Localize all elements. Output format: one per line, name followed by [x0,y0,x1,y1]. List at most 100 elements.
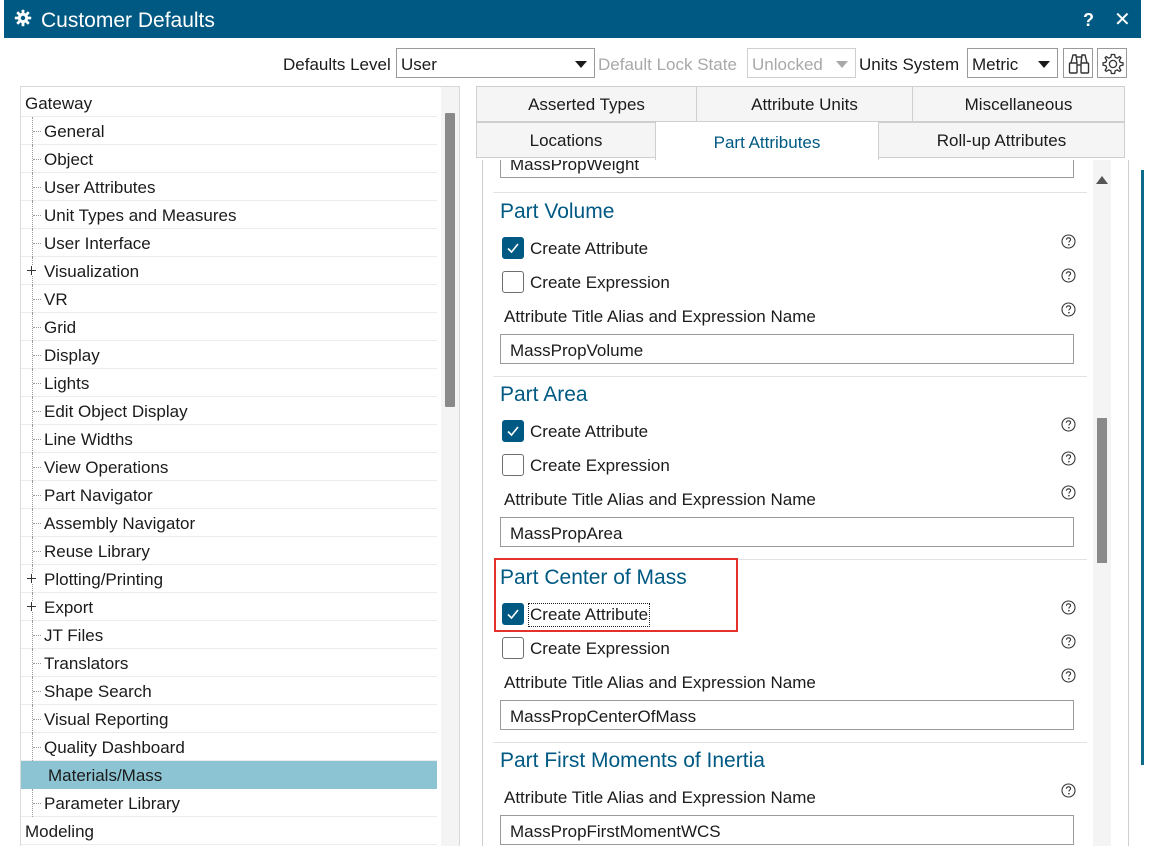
tree-item-user-attributes[interactable]: User Attributes [21,173,437,201]
help-icon[interactable] [1061,783,1076,798]
tree-item-shape-search[interactable]: Shape Search [21,677,437,705]
help-icon[interactable] [1061,634,1076,649]
tree-item-part-navigator[interactable]: Part Navigator [21,481,437,509]
tree-item-lights[interactable]: Lights [21,369,437,397]
volume-alias-input[interactable]: MassPropVolume [500,334,1074,364]
create-attribute-checkbox[interactable] [502,237,524,259]
tree-item-label: Line Widths [44,430,133,449]
background-accent [1141,170,1144,765]
create-attribute-label: Create Attribute [530,422,649,441]
panel-scrollbar-thumb[interactable] [1097,418,1107,563]
tree-guide-line [33,691,41,692]
background-edge [1141,0,1158,846]
tree-item-translators[interactable]: Translators [21,649,437,677]
help-icon[interactable] [1061,302,1076,317]
tree-item-quality-dashboard[interactable]: Quality Dashboard [21,733,437,761]
help-icon[interactable] [1061,234,1076,249]
lock-state-select: Unlocked [747,48,856,78]
tree-guide-line [33,411,41,412]
tab-label: Asserted Types [528,95,645,114]
tree-item-display[interactable]: Display [21,341,437,369]
field-value: MassPropArea [510,524,623,543]
tree-item-general[interactable]: General [21,117,437,145]
tree-item-label: Unit Types and Measures [44,206,237,225]
tree-scrollbar[interactable] [441,87,459,846]
tree-item-label: Gateway [25,94,93,113]
tree-item-export[interactable]: Export [21,593,437,621]
tree-item-object[interactable]: Object [21,145,437,173]
tree-guide-line [33,467,41,468]
panel-scrollbar[interactable] [1093,160,1111,846]
tree-item-visual-reporting[interactable]: Visual Reporting [21,705,437,733]
tree-item-line-widths[interactable]: Line Widths [21,425,437,453]
chevron-down-icon [575,61,587,68]
tree-item-edit-object-display[interactable]: Edit Object Display [21,397,437,425]
window-title: Customer Defaults [41,9,215,32]
lock-state-value: Unlocked [752,55,823,74]
help-icon[interactable] [1061,485,1076,500]
checkmark-icon [507,426,519,437]
tree-item-unit-types-and-measures[interactable]: Unit Types and Measures [21,201,437,229]
tree-guide-line [33,551,41,552]
tree-item-gateway[interactable]: Gateway [21,89,437,117]
tree-item-reuse-library[interactable]: Reuse Library [21,537,437,565]
expand-plus-icon[interactable] [27,574,36,583]
tree-item-materials-mass[interactable]: Materials/Mass [21,761,437,789]
settings-button[interactable] [1097,48,1127,78]
close-button[interactable]: ✕ [1114,9,1131,31]
alias-label: Attribute Title Alias and Expression Nam… [504,490,816,509]
tree-item-assembly-navigator[interactable]: Assembly Navigator [21,509,437,537]
title-bar: Customer Defaults ? ✕ [4,0,1141,38]
create-expression-checkbox[interactable] [502,454,524,476]
category-tree[interactable]: Gateway General Object User Attributes Unit … [20,86,460,846]
tree-item-jt-files[interactable]: JT Files [21,621,437,649]
tree-item-user-interface[interactable]: User Interface [21,229,437,257]
units-system-label: Units System [859,55,960,74]
help-icon[interactable] [1061,600,1076,615]
create-attribute-checkbox[interactable] [502,420,524,442]
tree-item-label: Object [44,150,94,169]
first-moments-alias-input[interactable]: MassPropFirstMomentWCS [500,815,1074,845]
tree-item-visualization[interactable]: Visualization [21,257,437,285]
help-icon[interactable] [1061,668,1076,683]
field-value: MassPropCenterOfMass [510,707,697,726]
tree-item-grid[interactable]: Grid [21,313,437,341]
help-icon[interactable] [1061,268,1076,283]
create-expression-checkbox[interactable] [502,637,524,659]
tree-item-parameter-library[interactable]: Parameter Library [21,789,437,817]
tree-item-view-operations[interactable]: View Operations [21,453,437,481]
find-button[interactable] [1063,48,1093,78]
tree-scrollbar-thumb[interactable] [445,113,455,407]
tab-roll-up-attributes[interactable]: Roll-up Attributes [878,122,1125,158]
create-expression-checkbox[interactable] [502,271,524,293]
help-button[interactable]: ? [1083,9,1094,31]
tree-guide-line [33,215,41,216]
tab-miscellaneous[interactable]: Miscellaneous [912,86,1125,122]
tree-guide-line [33,439,41,440]
tree-item-vr[interactable]: VR [21,285,437,313]
tree-item-label: Materials/Mass [48,766,163,785]
expand-plus-icon[interactable] [27,602,36,611]
tab-locations[interactable]: Locations [476,122,656,158]
tab-attribute-units[interactable]: Attribute Units [696,86,913,122]
units-system-select[interactable]: Metric [967,48,1058,78]
help-icon[interactable] [1061,417,1076,432]
weight-alias-input[interactable]: MassPropWeight [500,160,1074,178]
tab-label: Roll-up Attributes [936,131,1067,150]
tree-item-modeling[interactable]: Modeling [21,817,437,845]
tab-part-attributes[interactable]: Part Attributes [655,121,879,161]
expand-plus-icon[interactable] [27,266,36,275]
defaults-level-value: User [401,55,437,74]
tree-guide-line [33,327,41,328]
area-alias-input[interactable]: MassPropArea [500,517,1074,547]
toolbar: Defaults Level User Default Lock State U… [4,38,1141,86]
help-icon[interactable] [1061,451,1076,466]
center-of-mass-alias-input[interactable]: MassPropCenterOfMass [500,700,1074,730]
defaults-level-select[interactable]: User [396,48,595,78]
alias-label: Attribute Title Alias and Expression Nam… [504,788,816,807]
tree-item-plotting-printing[interactable]: Plotting/Printing [21,565,437,593]
section-title-part-first-moments: Part First Moments of Inertia [500,749,765,772]
tree-guide-line [33,663,41,664]
scroll-up-icon[interactable] [1096,176,1108,184]
tab-asserted-types[interactable]: Asserted Types [476,86,697,122]
